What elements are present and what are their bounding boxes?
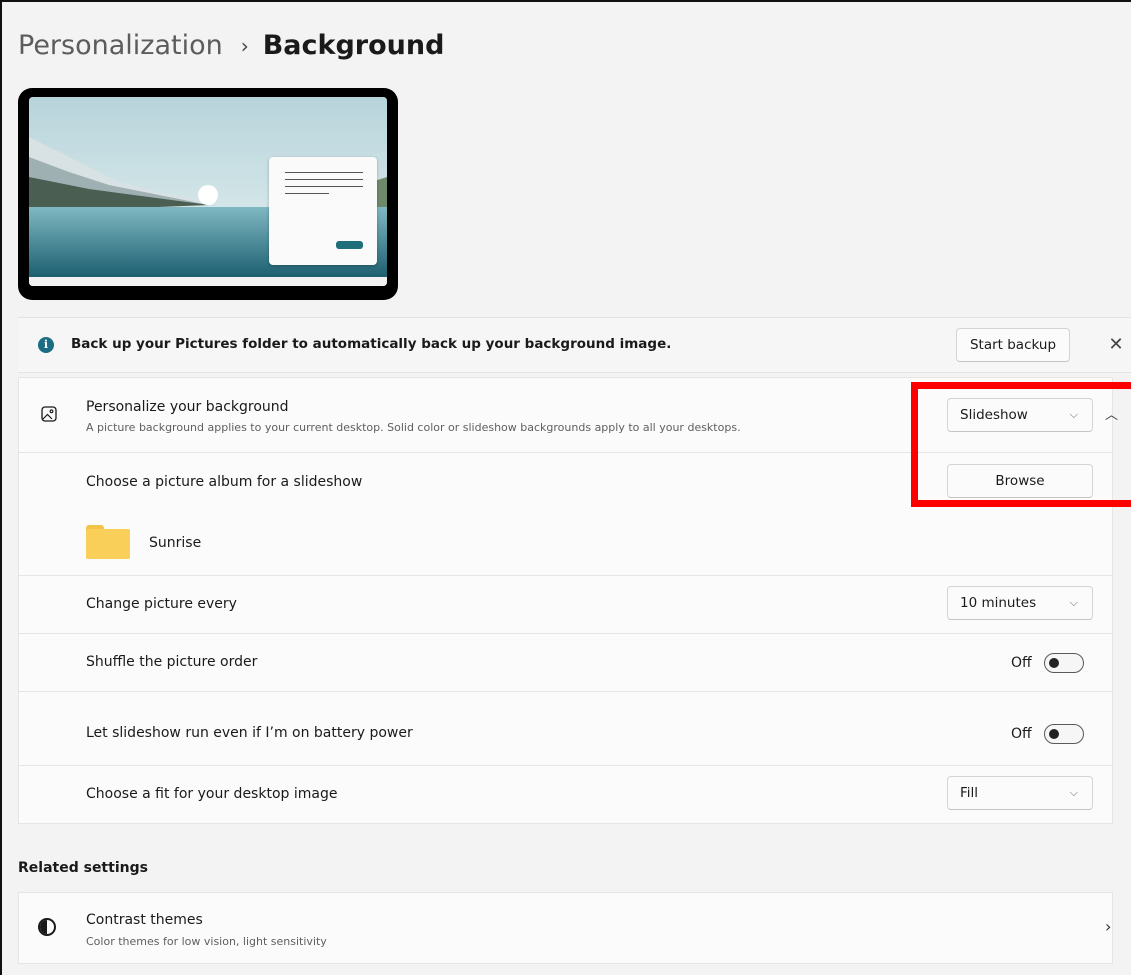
breadcrumb-separator: › (240, 33, 249, 58)
battery-label: Let slideshow run even if I’m on battery… (86, 725, 413, 741)
interval-label: Change picture every (86, 596, 237, 612)
album-label: Choose a picture album for a slideshow (86, 474, 363, 490)
interval-value: 10 minutes (960, 595, 1037, 611)
fit-label: Choose a fit for your desktop image (86, 786, 338, 802)
window-border-left (0, 0, 2, 975)
shuffle-toggle-group: Off (1011, 653, 1084, 673)
breadcrumb: Personalization › Background (18, 30, 444, 61)
preview-line (285, 179, 363, 180)
preview-window (269, 157, 377, 265)
picture-icon (41, 406, 57, 426)
chevron-down-icon: ⌵ (1069, 786, 1078, 799)
preview-line (285, 186, 363, 187)
related-settings-heading: Related settings (18, 860, 148, 876)
fit-value: Fill (960, 785, 979, 801)
shuffle-toggle[interactable] (1043, 653, 1084, 673)
highlight-box (911, 382, 1131, 507)
banner-text: Back up your Pictures folder to automati… (71, 336, 672, 352)
contrast-themes-title: Contrast themes (86, 912, 203, 928)
battery-row: Let slideshow run even if I’m on battery… (18, 692, 1113, 766)
shuffle-label: Shuffle the picture order (86, 654, 258, 670)
preview-wallpaper (29, 97, 387, 286)
battery-state: Off (1011, 726, 1032, 742)
toggle-knob (1048, 729, 1059, 739)
personalize-background-subtitle: A picture background applies to your cur… (86, 421, 741, 434)
fit-dropdown[interactable]: Fill ⌵ (947, 776, 1093, 810)
toggle-knob (1048, 658, 1059, 668)
preview-line (285, 172, 363, 173)
interval-row: Change picture every 10 minutes ⌵ (18, 576, 1113, 634)
battery-toggle-group: Off (1011, 724, 1084, 744)
page-title: Background (262, 30, 445, 61)
contrast-themes-subtitle: Color themes for low vision, light sensi… (86, 935, 327, 948)
personalize-background-title: Personalize your background (86, 399, 289, 415)
backup-banner: i Back up your Pictures folder to automa… (18, 317, 1131, 373)
desktop-preview (18, 88, 398, 300)
start-backup-button[interactable]: Start backup (956, 328, 1070, 362)
breadcrumb-personalization[interactable]: Personalization (18, 30, 223, 61)
battery-toggle[interactable] (1043, 724, 1084, 744)
fit-row: Choose a fit for your desktop image Fill… (18, 766, 1113, 824)
window-border-top (0, 0, 1131, 2)
shuffle-row: Shuffle the picture order Off (18, 634, 1113, 692)
chevron-down-icon: ⌵ (1069, 596, 1078, 609)
shuffle-state: Off (1011, 655, 1032, 671)
folder-icon (86, 525, 130, 559)
info-icon: i (38, 337, 54, 353)
interval-dropdown[interactable]: 10 minutes ⌵ (947, 586, 1093, 620)
contrast-themes-card[interactable]: Contrast themes Color themes for low vis… (18, 892, 1113, 964)
preview-line (285, 193, 329, 194)
preview-button (336, 241, 363, 249)
close-icon[interactable]: ✕ (1104, 330, 1128, 360)
chevron-right-icon: › (1105, 917, 1112, 936)
album-folder-name: Sunrise (149, 535, 202, 551)
contrast-icon (38, 918, 56, 936)
annotation-highlight (911, 382, 1131, 507)
